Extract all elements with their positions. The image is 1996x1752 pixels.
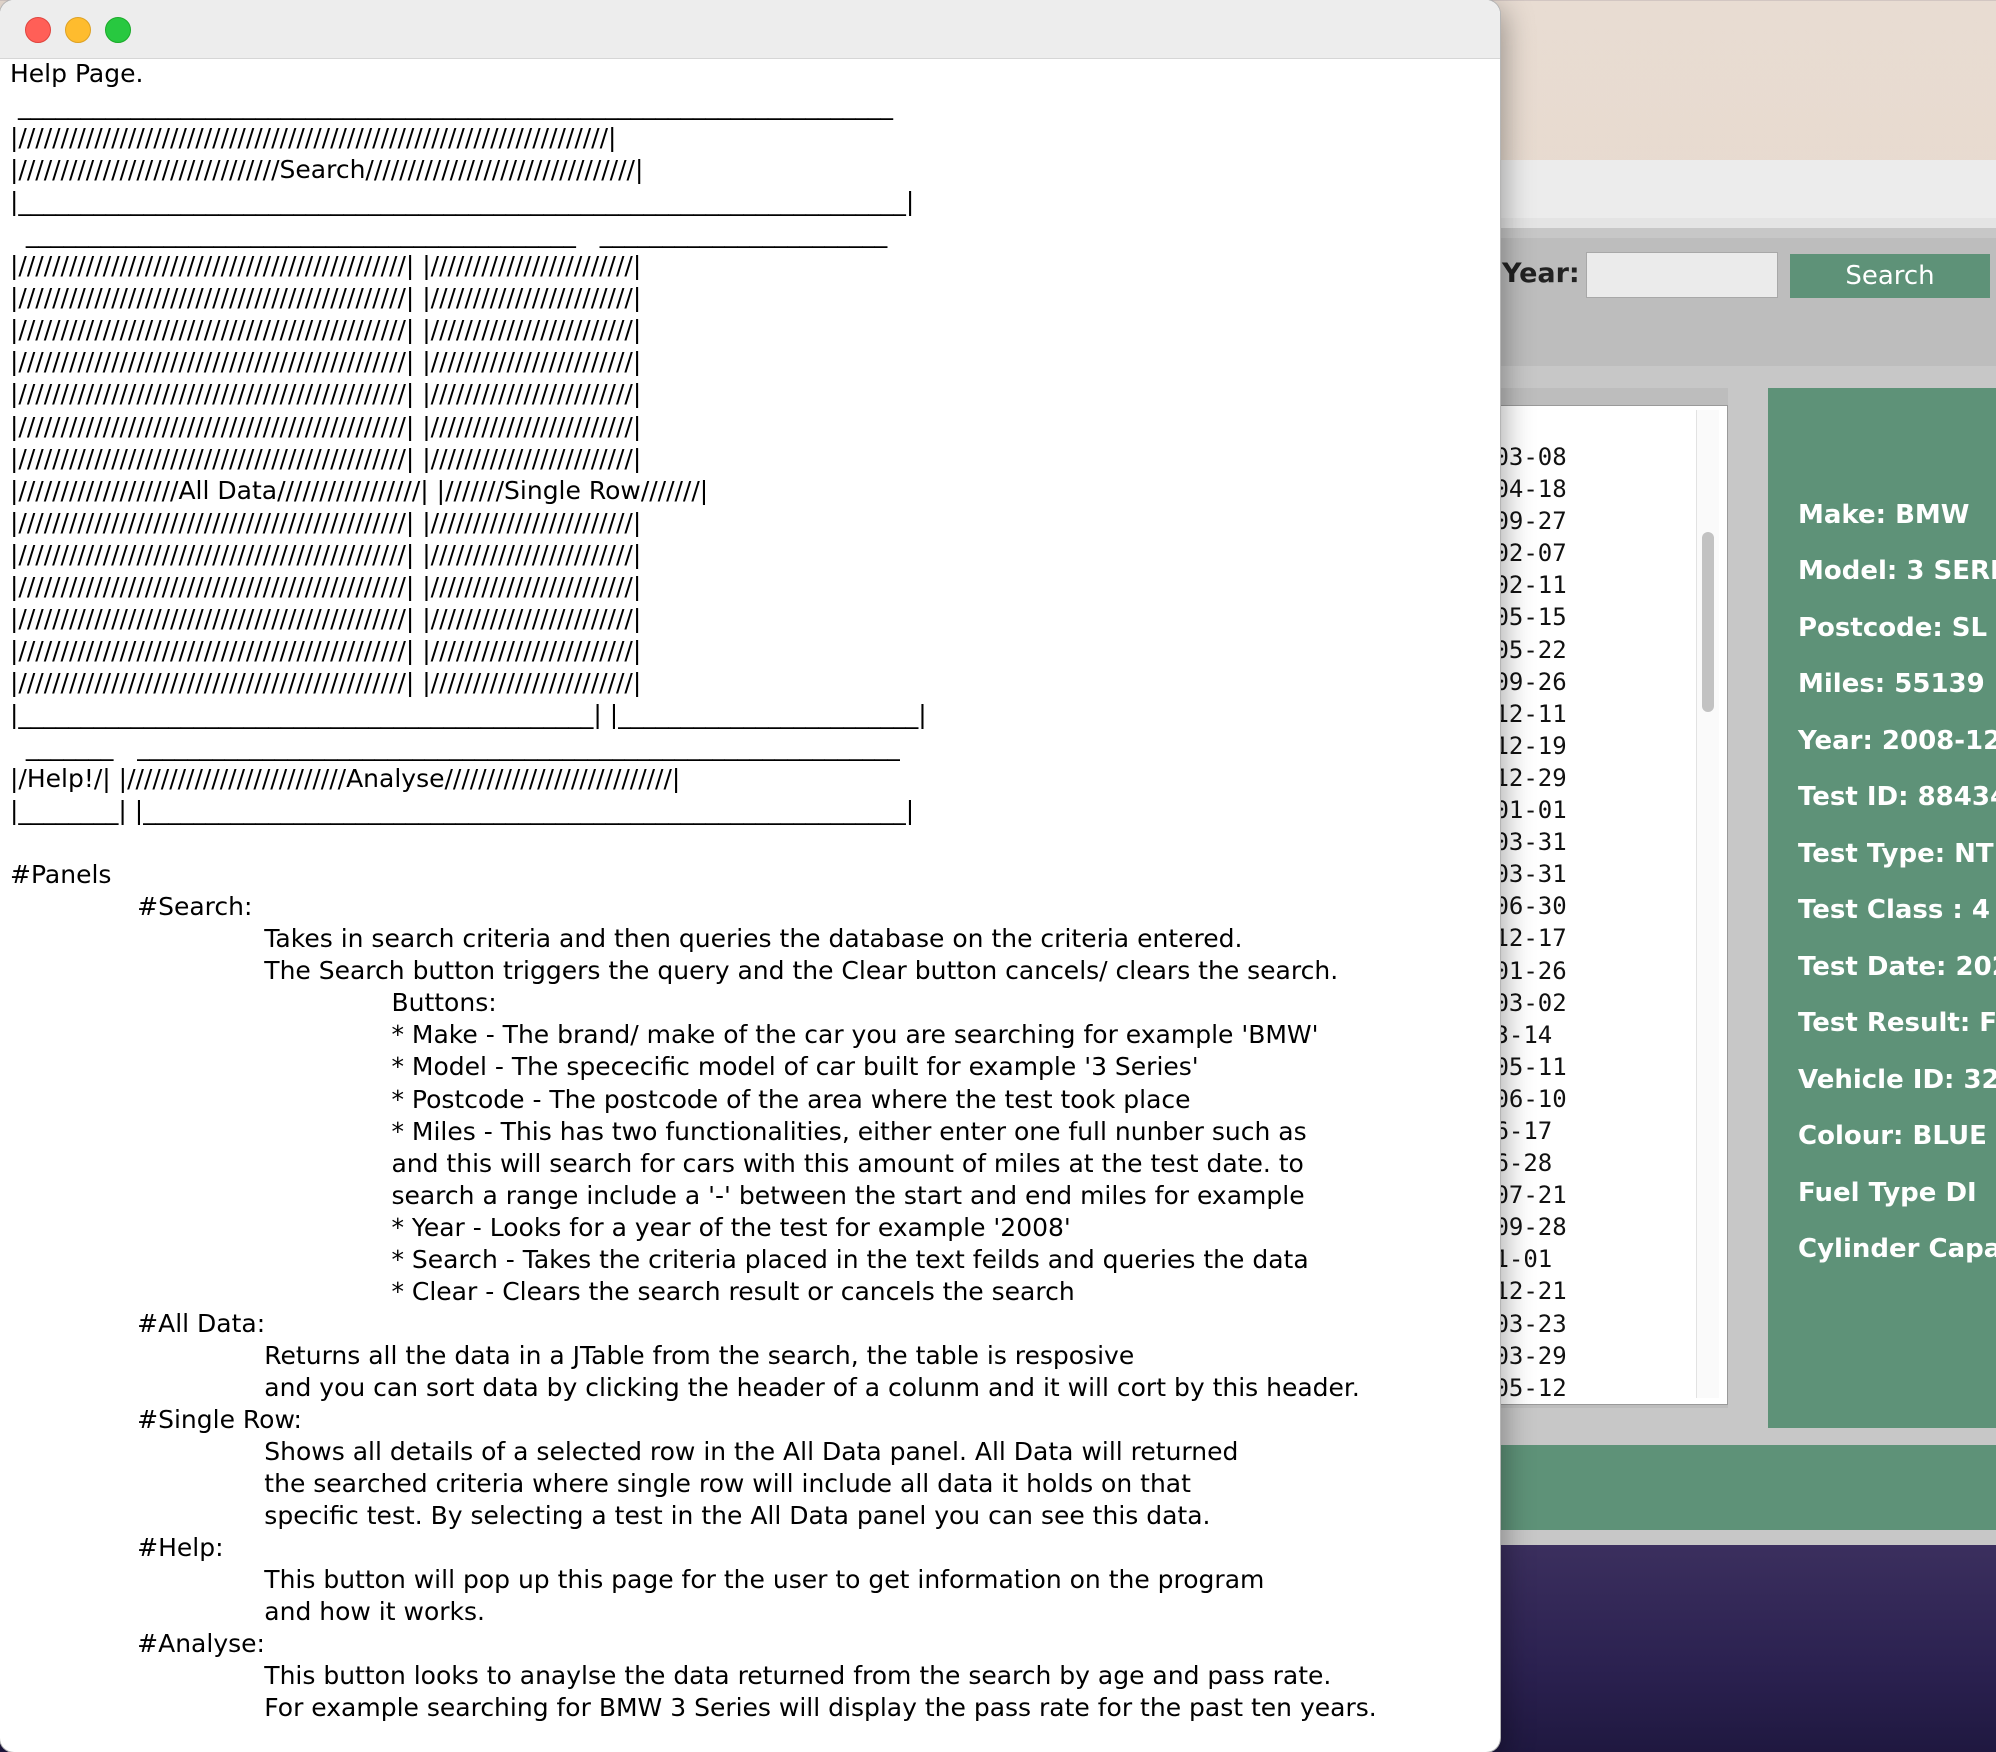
table-row[interactable]: -01-01 xyxy=(1480,794,1695,826)
table-row[interactable]: 06-28 xyxy=(1480,1147,1695,1179)
detail-fuel-type: Fuel Type DI xyxy=(1798,1178,1977,1208)
table-row[interactable]: -05-12 xyxy=(1480,1372,1695,1404)
detail-test-result: Test Result: F xyxy=(1798,1008,1996,1038)
table-row[interactable]: -03-29 xyxy=(1480,1340,1695,1372)
year-label: Year: xyxy=(1502,258,1580,289)
table-row[interactable]: -12-11 xyxy=(1480,698,1695,730)
detail-vehicle-id: Vehicle ID: 329 xyxy=(1798,1065,1996,1095)
table-row[interactable]: -06-10 xyxy=(1480,1083,1695,1115)
table-row[interactable]: 03-14 xyxy=(1480,1019,1695,1051)
detail-test-class: Test Class : 4 xyxy=(1798,895,1990,925)
table-row[interactable]: 06-17 xyxy=(1480,1115,1695,1147)
minimize-window-icon[interactable] xyxy=(65,17,91,43)
table-row[interactable]: -12-21 xyxy=(1480,1275,1695,1307)
table-row[interactable]: -02-07 xyxy=(1480,537,1695,569)
table-row[interactable]: -07-21 xyxy=(1480,1179,1695,1211)
detail-year: Year: 2008-12 xyxy=(1798,726,1996,756)
help-window: Help Page. _____________________________… xyxy=(0,0,1500,1752)
year-input[interactable] xyxy=(1586,252,1778,298)
table-row[interactable]: -03-23 xyxy=(1480,1308,1695,1340)
table-row[interactable]: -03-02 xyxy=(1480,987,1695,1019)
table-row[interactable]: -09-28 xyxy=(1480,1211,1695,1243)
main-app-window: Year: Search ▲ -03-08-04-18-09-27-02-07-… xyxy=(1480,160,1996,1545)
help-text-area[interactable]: Help Page. _____________________________… xyxy=(10,58,1490,1724)
table-row[interactable]: -02-11 xyxy=(1480,569,1695,601)
main-window-titlebar xyxy=(1480,160,1996,219)
detail-make: Make: BMW xyxy=(1798,500,1970,530)
table-scrollbar-thumb[interactable] xyxy=(1702,532,1714,712)
table-row[interactable]: 11-01 xyxy=(1480,1243,1695,1275)
close-window-icon[interactable] xyxy=(25,17,51,43)
table-row[interactable]: -01-26 xyxy=(1480,955,1695,987)
table-row[interactable]: -05-22 xyxy=(1480,634,1695,666)
table-row[interactable]: -06-30 xyxy=(1480,890,1695,922)
detail-miles: Miles: 55139 xyxy=(1798,669,1985,699)
help-window-titlebar[interactable] xyxy=(0,0,1500,59)
detail-postcode: Postcode: SL xyxy=(1798,613,1988,643)
table-row[interactable]: -12-19 xyxy=(1480,730,1695,762)
main-window-toolbar xyxy=(1480,218,1996,228)
table-row[interactable]: -04-18 xyxy=(1480,473,1695,505)
detail-test-id: Test ID: 88434 xyxy=(1798,782,1996,812)
table-row[interactable]: -03-08 xyxy=(1480,441,1695,473)
table-row[interactable]: -09-27 xyxy=(1480,505,1695,537)
maximize-window-icon[interactable] xyxy=(105,17,131,43)
table-row[interactable]: -05-15 xyxy=(1480,601,1695,633)
detail-test-type: Test Type: NT xyxy=(1798,839,1994,869)
table-row[interactable]: -12-17 xyxy=(1480,922,1695,954)
table-row[interactable]: -03-31 xyxy=(1480,858,1695,890)
detail-colour: Colour: BLUE xyxy=(1798,1121,1987,1151)
table-row[interactable]: -03-31 xyxy=(1480,826,1695,858)
search-button[interactable]: Search xyxy=(1790,254,1990,298)
detail-cylinder-capacity: Cylinder Capac xyxy=(1798,1234,1996,1264)
detail-test-date: Test Date: 202 xyxy=(1798,952,1996,982)
detail-model: Model: 3 SERIES xyxy=(1798,556,1996,586)
table-row[interactable]: -05-11 xyxy=(1480,1051,1695,1083)
table-row[interactable]: -09-26 xyxy=(1480,666,1695,698)
test-date-column[interactable]: -03-08 -04-18 -09-27 -02-07 -02-11 -05-15 -05-… xyxy=(1480,441,1695,1404)
bottom-button-bar xyxy=(1480,1445,1996,1530)
table-row[interactable]: -12-29 xyxy=(1480,762,1695,794)
